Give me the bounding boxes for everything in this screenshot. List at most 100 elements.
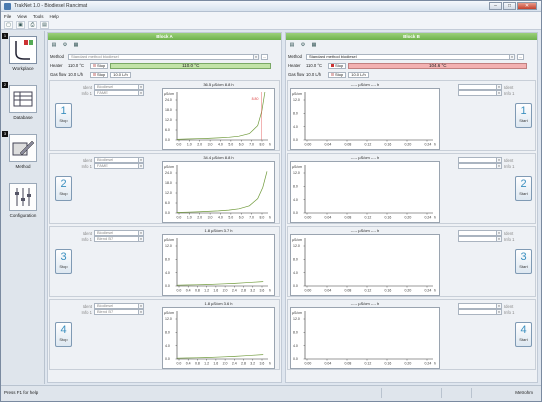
- wrench-icon[interactable]: ⚙: [299, 42, 307, 49]
- menu-tools[interactable]: Tools: [33, 14, 44, 19]
- channel-action-label: Stop: [59, 118, 68, 123]
- open-icon[interactable]: ▤: [288, 42, 296, 49]
- conductivity-plot: µS/cm 24.0 18.0 12.0 6.0 0.0 0.0 1.0 2.0 3.0 4.0 5.…: [162, 161, 275, 223]
- y-tick-label: 8.0: [165, 258, 170, 262]
- sidebar-item-workplace[interactable]: 1 Workplace: [2, 33, 43, 78]
- x-tick-label: 0.00: [305, 289, 312, 293]
- new-icon[interactable]: ▢: [4, 20, 13, 29]
- x-tick-label: 6.0: [239, 143, 244, 147]
- y-tick-label: 0.0: [165, 211, 170, 215]
- method-options-button[interactable]: …: [261, 53, 268, 60]
- x-tick-label: 3.6: [260, 289, 265, 293]
- info-select[interactable]: ▾: [458, 236, 502, 242]
- channel-3-start-button[interactable]: 3 Start: [515, 249, 532, 274]
- channel-1-start-button[interactable]: 1 Start: [515, 103, 532, 128]
- heater-stop-button[interactable]: Stop: [328, 62, 347, 69]
- info-select[interactable]: ▾: [458, 163, 502, 169]
- y-tick-label: 4.0: [293, 125, 298, 129]
- channel-number: 2: [60, 178, 67, 190]
- x-tick-label: 0.00: [305, 362, 312, 366]
- x-tick-label: 2.8: [241, 362, 246, 366]
- menu-view[interactable]: View: [17, 14, 27, 19]
- heater-stop-button[interactable]: Stop: [90, 62, 109, 69]
- ident-value: Biodiesel: [97, 157, 114, 162]
- x-tick-label: 0.12: [365, 143, 372, 147]
- gasflow-field[interactable]: 10.0 L/h: [348, 71, 369, 78]
- info-value: Blend B7: [97, 309, 114, 314]
- method-options-button[interactable]: …: [517, 53, 524, 60]
- channel-2-start-button[interactable]: 2 Start: [515, 176, 532, 201]
- channel-4-stop-button[interactable]: 4 Stop: [55, 322, 72, 347]
- chevron-down-icon: ▾: [138, 91, 143, 95]
- conductivity-plot: µS/cm 12.0 8.0 4.0 0.0 0.0 0.4 0.8 1.2 1.6 2.0 2.4 2…: [162, 234, 275, 296]
- sidebar-item-database[interactable]: 2 Database: [2, 82, 43, 127]
- gasflow-field[interactable]: 10.0 L/h: [110, 71, 131, 78]
- sidebar-item-method[interactable]: 3 Method: [2, 131, 43, 176]
- maximize-button[interactable]: □: [503, 2, 516, 10]
- gasflow-stop-button[interactable]: Stop: [90, 71, 109, 78]
- info-row: ▾ Info 1: [458, 90, 518, 96]
- close-button[interactable]: ✕: [517, 2, 537, 10]
- wrench-icon[interactable]: ⚙: [61, 42, 69, 49]
- info-row: ▾ Info 1: [458, 309, 518, 315]
- plot-title: 1.8 µS/cm 3.7 h: [204, 228, 233, 233]
- ident-fields: Ident Biodiesel ▾ Info 1 Blend B7 ▾: [76, 303, 158, 315]
- channel-action-label: Start: [519, 118, 528, 123]
- chevron-down-icon: ▾: [138, 164, 143, 168]
- info-select[interactable]: FAME ▾: [94, 90, 144, 96]
- method-select[interactable]: Standard method biodiesel ▾: [68, 53, 259, 60]
- plot-canvas: µS/cm 24.0 18.0 12.0 6.0 0.0 0.0 1.0 2.0 3.0 4.0 5.…: [164, 165, 271, 220]
- channel-4-start-button[interactable]: 4 Start: [515, 322, 532, 347]
- sidebar: 1 Workplace 2 Database 3 Method Configur…: [1, 31, 45, 384]
- info-select[interactable]: Blend B7 ▾: [94, 309, 144, 315]
- x-tick-label: 5.0: [228, 143, 233, 147]
- gasflow-stop-button[interactable]: Stop: [328, 71, 347, 78]
- plot-canvas: µS/cm 12.0 8.0 4.0 0.0 0.0 0.4 0.8 1.2 1.6 2.0 2.4 2…: [164, 238, 271, 293]
- info-select[interactable]: ▾: [458, 90, 502, 96]
- gasflow-setpoint: 10.0 L/h: [68, 72, 84, 77]
- channel-number: 3: [60, 251, 67, 263]
- stop-square-icon: [331, 73, 334, 76]
- y-tick-label: 12.0: [293, 244, 300, 248]
- y-tick-label: 0.0: [293, 211, 298, 215]
- chart-icon[interactable]: ▦: [310, 42, 318, 49]
- status-divider: [471, 388, 472, 398]
- stop-square-icon: [93, 64, 96, 67]
- open-icon[interactable]: ▤: [50, 42, 58, 49]
- x-tick-label: 0.08: [345, 216, 352, 220]
- report-icon[interactable]: ▤: [40, 20, 49, 29]
- info-label: Info 1: [81, 236, 92, 242]
- print-icon[interactable]: ⎙: [28, 20, 37, 29]
- plot-canvas: µS/cm 12.0 8.0 4.0 0.0 0.0 0.4 0.8 1.2 1.6 2.0 2.4 2…: [164, 311, 271, 366]
- x-tick-label: 2.8: [241, 289, 246, 293]
- x-tick-label: 2.4: [232, 289, 237, 293]
- block-a-panel: Block A ▤ ⚙ ▦ Method Standard method biodiese…: [47, 32, 282, 383]
- minimize-button[interactable]: –: [489, 2, 502, 10]
- stop-label: Stop: [97, 71, 106, 77]
- status-divider: [441, 388, 442, 398]
- chart-icon[interactable]: ▦: [72, 42, 80, 49]
- ident-fields: Ident Biodiesel ▾ Info 1 FAME ▾: [76, 157, 158, 169]
- info-select[interactable]: FAME ▾: [94, 163, 144, 169]
- sidebar-num-3: 3: [2, 131, 8, 137]
- save-icon[interactable]: ▣: [16, 20, 25, 29]
- channel-3-stop-button[interactable]: 3 Stop: [55, 249, 72, 274]
- chevron-down-icon: ▾: [496, 304, 501, 308]
- info-row: ▾ Info 1: [458, 236, 518, 242]
- x-tick-label: 0.04: [325, 362, 332, 366]
- channel-1-stop-button[interactable]: 1 Stop: [55, 103, 72, 128]
- menu-file[interactable]: File: [4, 14, 11, 19]
- method-row: Method Standard method biodiesel ▾…: [50, 53, 268, 60]
- channel-2-stop-button[interactable]: 2 Stop: [55, 176, 72, 201]
- x-tick-label: 2.0: [197, 216, 202, 220]
- y-unit-label: µS/cm: [292, 238, 302, 242]
- menu-help[interactable]: Help: [49, 14, 58, 19]
- info-select[interactable]: ▾: [458, 309, 502, 315]
- ident-label: Ident: [504, 230, 514, 236]
- method-select[interactable]: Standard method biodiesel ▾: [306, 53, 515, 60]
- info-label: Info 1: [504, 309, 515, 315]
- channel-number: 1: [60, 105, 67, 117]
- y-tick-label: 18.0: [165, 181, 172, 185]
- info-select[interactable]: Blend B7 ▾: [94, 236, 144, 242]
- sidebar-item-configuration[interactable]: Configuration: [3, 181, 43, 225]
